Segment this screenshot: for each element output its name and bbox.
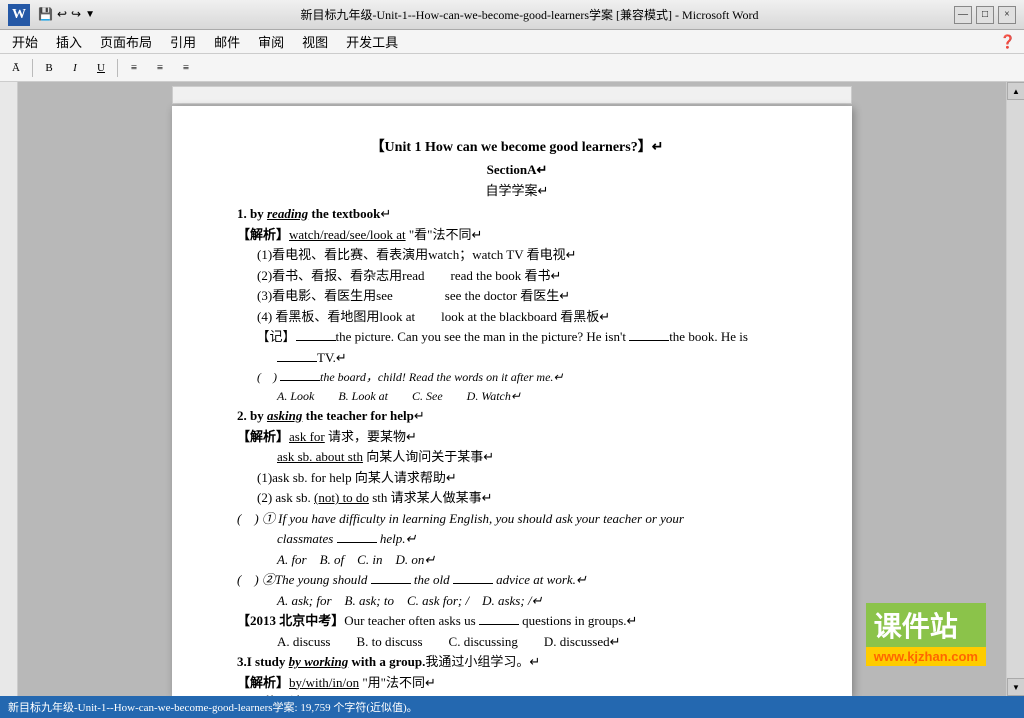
item-2-2: (1)ask sb. for help 向某人请求帮助↵ bbox=[257, 468, 797, 488]
help-icon[interactable]: ❓ bbox=[1000, 34, 1016, 50]
toolbar-btn-2[interactable]: B bbox=[37, 57, 61, 79]
item-3: 3.I study by working with a group.我通过小组学… bbox=[237, 652, 797, 672]
menu-layout[interactable]: 页面布局 bbox=[92, 30, 160, 53]
menu-view[interactable]: 视图 bbox=[294, 30, 336, 53]
undo-icon[interactable]: ↩ bbox=[57, 7, 67, 22]
title-bar: W 💾 ↩ ↪ ▼ 新目标九年级-Unit-1--How-can-we-beco… bbox=[0, 0, 1024, 30]
item-2-1: ask sb. about sth 向某人询问关于某事↵ bbox=[277, 447, 797, 467]
item-3-by: ◆by 的用法：↵ bbox=[237, 693, 797, 696]
toolbar-btn-1[interactable]: Ā bbox=[4, 57, 28, 79]
toolbar-btn-7[interactable]: ≡ bbox=[174, 57, 198, 79]
item-2-ex1-opts: A. for B. of C. in D. on↵ bbox=[277, 550, 797, 570]
document-page[interactable]: 【Unit 1 How can we become good learners?… bbox=[172, 106, 852, 696]
scroll-track[interactable] bbox=[1007, 100, 1024, 678]
menu-review[interactable]: 审阅 bbox=[250, 30, 292, 53]
document-area: 【Unit 1 How can we become good learners?… bbox=[18, 82, 1006, 696]
item-2-ex1: ( ) ① If you have difficulty in learning… bbox=[237, 509, 797, 529]
close-btn[interactable]: × bbox=[998, 6, 1016, 24]
window-controls[interactable]: — □ × bbox=[954, 6, 1016, 24]
dropdown-icon[interactable]: ▼ bbox=[85, 9, 95, 20]
scroll-up-btn[interactable]: ▲ bbox=[1007, 82, 1024, 100]
main-layout: 【Unit 1 How can we become good learners?… bbox=[0, 82, 1024, 696]
item-2-ex2: ( ) ②The young should the old advice at … bbox=[237, 570, 797, 590]
left-sidebar bbox=[0, 82, 18, 696]
item-1-note: 【记】the picture. Can you see the man in t… bbox=[237, 327, 797, 347]
word-app-icon: W bbox=[8, 4, 30, 26]
status-text: 新目标九年级-Unit-1--How-can-we-become-good-le… bbox=[8, 699, 418, 715]
item-2-jiexi: 【解析】ask for 请求，要某物↵ bbox=[237, 427, 797, 447]
menu-mail[interactable]: 邮件 bbox=[206, 30, 248, 53]
window-title: 新目标九年级-Unit-1--How-can-we-become-good-le… bbox=[105, 6, 954, 23]
menu-references[interactable]: 引用 bbox=[162, 30, 204, 53]
toolbar-btn-5[interactable]: ≡ bbox=[122, 57, 146, 79]
menu-home[interactable]: 开始 bbox=[4, 30, 46, 53]
doc-title: 【Unit 1 How can we become good learners?… bbox=[237, 137, 797, 158]
section-a-title: SectionA↵ bbox=[237, 160, 797, 180]
menu-insert[interactable]: 插入 bbox=[48, 30, 90, 53]
item-3-jiexi: 【解析】by/with/in/on "用"法不同↵ bbox=[237, 673, 797, 693]
scrollbar[interactable]: ▲ ▼ bbox=[1006, 82, 1024, 696]
status-bar: 新目标九年级-Unit-1--How-can-we-become-good-le… bbox=[0, 696, 1024, 718]
quick-access-toolbar: 💾 ↩ ↪ ▼ bbox=[38, 7, 95, 22]
watermark: 课件站 www.kjzhan.com bbox=[866, 603, 986, 666]
item-2: 2. by asking the teacher for help↵ bbox=[237, 406, 797, 426]
toolbar-btn-4[interactable]: U bbox=[89, 57, 113, 79]
item-1-2: (2)看书、看报、看杂志用read read the book 看书↵ bbox=[257, 266, 797, 286]
item-1-note2: TV.↵ bbox=[277, 348, 797, 368]
item-1-1: (1)看电视、看比赛、看表演用watch；watch TV 看电视↵ bbox=[257, 245, 797, 265]
self-study-title: 自学学案↵ bbox=[237, 181, 797, 201]
item-2-3: (2) ask sb. (not) to do sth 请求某人做某事↵ bbox=[257, 488, 797, 508]
item-1-3: (3)看电影、看医生用see see the doctor 看医生↵ bbox=[257, 286, 797, 306]
menu-bar: 开始 插入 页面布局 引用 邮件 审阅 视图 开发工具 ❓ bbox=[0, 30, 1024, 54]
toolbar-btn-3[interactable]: I bbox=[63, 57, 87, 79]
item-1-exercise: ( ) the board，child! Read the words on i… bbox=[257, 368, 797, 386]
item-1-options: A. Look B. Look at C. See D. Watch↵ bbox=[277, 387, 797, 405]
minimize-btn[interactable]: — bbox=[954, 6, 972, 24]
item-2-exam-opts: A. discuss B. to discuss C. discussing D… bbox=[277, 632, 797, 652]
watermark-top: 课件站 bbox=[866, 603, 986, 647]
scroll-down-btn[interactable]: ▼ bbox=[1007, 678, 1024, 696]
watermark-bottom: www.kjzhan.com bbox=[866, 647, 986, 666]
item-2-ex1b: classmates help.↵ bbox=[277, 529, 797, 549]
item-1: 1. by reading the textbook↵ bbox=[237, 204, 797, 224]
toolbar-btn-6[interactable]: ≡ bbox=[148, 57, 172, 79]
ruler bbox=[172, 86, 852, 104]
toolbar-separator bbox=[32, 59, 33, 77]
item-2-exam: 【2013 北京中考】Our teacher often asks us que… bbox=[237, 611, 797, 631]
toolbar-separator-2 bbox=[117, 59, 118, 77]
item-1-jiexi: 【解析】watch/read/see/look at "看"法不同↵ bbox=[237, 225, 797, 245]
redo-icon[interactable]: ↪ bbox=[71, 7, 81, 22]
maximize-btn[interactable]: □ bbox=[976, 6, 994, 24]
item-2-ex2-opts: A. ask; for B. ask; to C. ask for; / D. … bbox=[277, 591, 797, 611]
toolbar: Ā B I U ≡ ≡ ≡ bbox=[0, 54, 1024, 82]
save-icon[interactable]: 💾 bbox=[38, 7, 53, 22]
menu-developer[interactable]: 开发工具 bbox=[338, 30, 406, 53]
item-1-4: (4) 看黑板、看地图用look at look at the blackboa… bbox=[257, 307, 797, 327]
